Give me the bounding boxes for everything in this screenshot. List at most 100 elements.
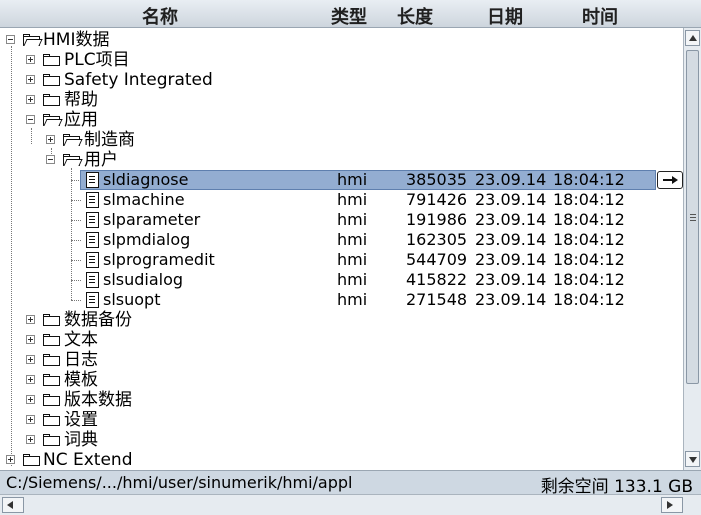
grip-line: [690, 220, 696, 221]
expand-icon[interactable]: [26, 415, 35, 424]
file-icon: [86, 232, 99, 248]
col-date[interactable]: 日期: [487, 3, 523, 29]
tree-node-hmi-data[interactable]: HMI数据: [0, 30, 683, 50]
file-time: 18:04:12: [553, 250, 625, 269]
file-type: hmi: [337, 250, 368, 269]
file-row-slsudialog[interactable]: slsudialog hmi 415822 23.09.14 18:04:12: [0, 270, 683, 290]
file-date: 23.09.14: [475, 290, 547, 309]
file-date: 23.09.14: [475, 270, 547, 289]
node-label: HMI数据: [43, 30, 110, 50]
expand-icon[interactable]: [26, 335, 35, 344]
folder-open-icon: [43, 114, 63, 126]
file-row-slparameter[interactable]: slparameter hmi 191986 23.09.14 18:04:12: [0, 210, 683, 230]
expand-icon[interactable]: [26, 375, 35, 384]
col-length[interactable]: 长度: [397, 3, 433, 29]
file-icon: [86, 212, 99, 228]
tree-node-user[interactable]: 用户: [0, 150, 683, 170]
file-row-sldiagnose[interactable]: sldiagnose hmi 385035 23.09.14 18:04:12: [0, 170, 683, 190]
folder-open-icon: [63, 134, 83, 146]
file-length: 415822: [406, 270, 468, 289]
file-name: slprogramedit: [103, 250, 215, 269]
file-icon: [86, 172, 99, 188]
open-arrow-icon[interactable]: [657, 171, 683, 189]
scroll-left-icon[interactable]: [2, 497, 24, 513]
node-label: 日志: [64, 350, 98, 370]
col-type[interactable]: 类型: [331, 3, 367, 29]
expand-icon[interactable]: [6, 455, 15, 464]
status-bar: C:/Siemens/.../hmi/user/sinumerik/hmi/ap…: [0, 470, 701, 497]
file-icon: [86, 292, 99, 308]
folder-icon: [43, 354, 60, 366]
collapse-icon[interactable]: [46, 155, 55, 164]
node-label: 应用: [64, 110, 98, 130]
file-tree[interactable]: HMI数据 PLC项目 Safety Integrated 帮助 应用 制造商 …: [0, 28, 683, 470]
horizontal-scrollbar[interactable]: [0, 494, 701, 515]
tree-node-log[interactable]: 日志: [0, 350, 683, 370]
tree-node-version[interactable]: 版本数据: [0, 390, 683, 410]
expand-icon[interactable]: [26, 355, 35, 364]
node-label: 文本: [64, 330, 98, 350]
collapse-icon[interactable]: [6, 35, 15, 44]
folder-icon: [43, 314, 60, 326]
expand-icon[interactable]: [26, 435, 35, 444]
expand-icon[interactable]: [26, 395, 35, 404]
folder-open-icon: [63, 154, 83, 166]
tree-node-help[interactable]: 帮助: [0, 90, 683, 110]
expand-icon[interactable]: [26, 315, 35, 324]
tree-node-text[interactable]: 文本: [0, 330, 683, 350]
grip-line: [690, 217, 696, 218]
scroll-down-icon[interactable]: [685, 451, 700, 467]
node-label: 版本数据: [64, 390, 132, 410]
column-header: 名称 类型 长度 日期 时间: [0, 0, 701, 28]
tree-node-nc-extend[interactable]: NC Extend: [0, 450, 683, 470]
current-path: C:/Siemens/.../hmi/user/sinumerik/hmi/ap…: [6, 473, 353, 492]
col-time[interactable]: 时间: [582, 3, 618, 29]
file-time: 18:04:12: [553, 290, 625, 309]
expand-icon[interactable]: [26, 55, 35, 64]
scroll-up-icon[interactable]: [685, 30, 700, 46]
expand-icon[interactable]: [26, 95, 35, 104]
file-icon: [86, 252, 99, 268]
file-date: 23.09.14: [475, 230, 547, 249]
col-name[interactable]: 名称: [142, 3, 178, 29]
node-label: 制造商: [84, 130, 135, 150]
file-row-slmachine[interactable]: slmachine hmi 791426 23.09.14 18:04:12: [0, 190, 683, 210]
file-time: 18:04:12: [553, 270, 625, 289]
tree-node-safety[interactable]: Safety Integrated: [0, 70, 683, 90]
file-name: slsudialog: [103, 270, 184, 289]
vertical-scrollbar[interactable]: [683, 28, 701, 470]
scroll-right-icon[interactable]: [661, 497, 683, 513]
scroll-thumb[interactable]: [686, 50, 699, 384]
file-type: hmi: [337, 290, 368, 309]
file-row-slprogramedit[interactable]: slprogramedit hmi 544709 23.09.14 18:04:…: [0, 250, 683, 270]
file-type: hmi: [337, 190, 368, 209]
tree-node-template[interactable]: 模板: [0, 370, 683, 390]
file-length: 162305: [406, 230, 468, 249]
file-type: hmi: [337, 230, 368, 249]
tree-node-backup[interactable]: 数据备份: [0, 310, 683, 330]
file-name: slpmdialog: [103, 230, 191, 249]
tree-node-manufacturer[interactable]: 制造商: [0, 130, 683, 150]
expand-icon[interactable]: [26, 75, 35, 84]
file-row-slpmdialog[interactable]: slpmdialog hmi 162305 23.09.14 18:04:12: [0, 230, 683, 250]
tree-node-dictionary[interactable]: 词典: [0, 430, 683, 450]
file-date: 23.09.14: [475, 250, 547, 269]
expand-icon[interactable]: [46, 135, 55, 144]
node-label: 词典: [64, 430, 98, 450]
file-name: slmachine: [103, 190, 185, 209]
file-row-slsuopt[interactable]: slsuopt hmi 271548 23.09.14 18:04:12: [0, 290, 683, 310]
collapse-icon[interactable]: [26, 115, 35, 124]
tree-node-plc[interactable]: PLC项目: [0, 50, 683, 70]
folder-icon: [43, 94, 60, 106]
file-length: 791426: [406, 190, 468, 209]
file-name: slsuopt: [103, 290, 161, 309]
file-name: slparameter: [103, 210, 201, 229]
node-label: 模板: [64, 370, 98, 390]
folder-icon: [43, 334, 60, 346]
folder-icon: [43, 54, 60, 66]
tree-node-settings[interactable]: 设置: [0, 410, 683, 430]
file-date: 23.09.14: [475, 190, 547, 209]
node-label: 设置: [64, 410, 98, 430]
tree-node-app[interactable]: 应用: [0, 110, 683, 130]
file-date: 23.09.14: [475, 170, 547, 189]
